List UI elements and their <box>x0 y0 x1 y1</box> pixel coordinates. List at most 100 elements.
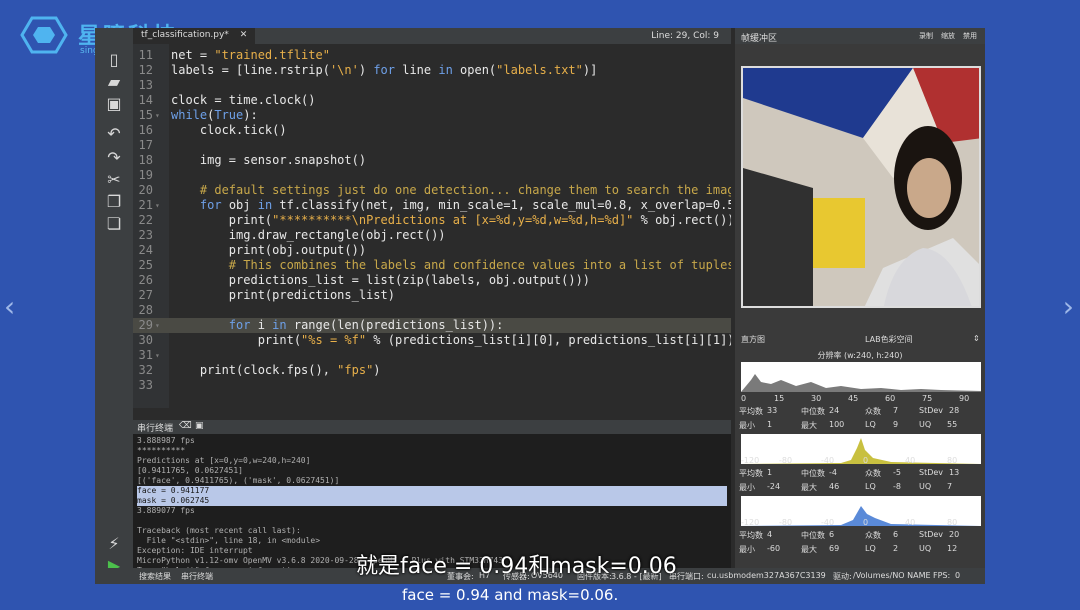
terminal-line: Predictions at [x=0,y=0,w=240,h=240] <box>137 456 311 465</box>
line-number: 29 <box>138 318 153 332</box>
line-number: 23 <box>138 228 153 242</box>
openmv-ide-window: ▯ ▰ ▣ ↶ ↷ ✂ ❐ ❏ ⚡ ▶ tf_classification.py… <box>95 28 985 584</box>
stat-label-lq: LQ <box>865 482 876 491</box>
cursor-position: Line: 29, Col: 9 <box>651 31 719 41</box>
line-number: 32 <box>138 363 153 377</box>
stat-label-uq: UQ <box>919 544 932 553</box>
terminal-clear-icon[interactable]: ⌫ <box>179 421 192 431</box>
line-number: 27 <box>138 288 153 302</box>
terminal-line: [0.9411765, 0.0627451] <box>137 466 243 475</box>
tab-tf-classification[interactable]: tf_classification.py* ✕ <box>133 28 256 44</box>
terminal-save-icon[interactable]: ▣ <box>195 421 204 431</box>
camera-frame <box>741 66 981 308</box>
stat-value-median: 6 <box>829 530 835 539</box>
fold-marker-icon[interactable]: ▾ <box>155 318 160 333</box>
line-number: 19 <box>138 168 153 182</box>
line-number: 18 <box>138 153 153 167</box>
stat-label-uq: UQ <box>919 482 932 491</box>
code-text: img.draw_rectangle(obj.rect()) <box>171 228 446 242</box>
axis-tick-label: 0 <box>741 394 747 403</box>
code-text: print("%s = %f" % (predictions_list[i][0… <box>171 333 731 347</box>
code-line: 23 img.draw_rectangle(obj.rect()) <box>133 228 731 243</box>
stat-label-lq: LQ <box>865 420 876 429</box>
code-text: clock.tick() <box>171 123 287 137</box>
next-slide-icon[interactable]: › <box>1063 290 1074 323</box>
fold-marker-icon[interactable]: ▾ <box>155 108 160 123</box>
search-results-tab[interactable]: 搜索结果 <box>139 571 171 582</box>
drive-label: 驱动: <box>833 572 852 581</box>
terminal-line: 3.889077 fps <box>137 506 195 515</box>
stats-a: 平均数 1 中位数 -4 众数 -5 StDev 13 最小 -24 最大 46 LQ -8 UQ 7 <box>739 468 983 496</box>
drive-value: /Volumes/NO NAME <box>853 571 931 580</box>
port-value: cu.usbmodem327A367C3139 <box>707 571 826 580</box>
stat-value-max: 46 <box>829 482 840 491</box>
terminal-line: Exception: IDE interrupt <box>137 546 253 555</box>
save-icon[interactable]: ▣ <box>104 94 124 114</box>
serial-terminal-tab[interactable]: 串行终端 <box>181 571 213 582</box>
code-line: 24 print(obj.output()) <box>133 243 731 258</box>
copy-icon[interactable]: ❐ <box>104 192 124 212</box>
stat-label-max: 最大 <box>801 421 817 430</box>
paste-icon[interactable]: ❏ <box>104 214 124 234</box>
fold-marker-icon[interactable]: ▾ <box>155 348 160 363</box>
code-text: while(True): <box>171 108 258 122</box>
axis-tick-label: -40 <box>821 456 835 465</box>
stat-label-median: 中位数 <box>801 407 825 416</box>
terminal-title: 串行终端 <box>137 424 174 434</box>
line-number: 24 <box>138 243 153 257</box>
fold-marker-icon[interactable]: ▾ <box>155 198 160 213</box>
terminal-line: Traceback (most recent call last): <box>137 526 301 535</box>
axis-tick-label: 75 <box>922 394 933 403</box>
line-number: 12 <box>138 63 153 77</box>
undo-icon[interactable]: ↶ <box>104 124 124 144</box>
redo-icon[interactable]: ↷ <box>104 148 124 168</box>
left-toolbar: ▯ ▰ ▣ ↶ ↷ ✂ ❐ ❏ ⚡ ▶ <box>95 28 133 584</box>
stat-label-max: 最大 <box>801 545 817 554</box>
histogram-l <box>741 362 981 392</box>
code-text: print(predictions_list) <box>171 288 395 302</box>
axis-tick-label: -80 <box>779 518 793 527</box>
stat-label-min: 最小 <box>739 421 755 430</box>
code-text: net = "trained.tflite" <box>171 48 330 62</box>
stat-label-mean: 平均数 <box>739 407 763 416</box>
line-number: 17 <box>138 138 153 152</box>
code-line: 26 predictions_list = list(zip(labels, o… <box>133 273 731 288</box>
code-text: labels = [line.rstrip('\n') for line in … <box>171 63 598 77</box>
line-number: 13 <box>138 78 153 92</box>
line-number: 22 <box>138 213 153 227</box>
code-line: 21 ▾ for obj in tf.classify(net, img, min… <box>133 198 731 213</box>
stat-label-max: 最大 <box>801 483 817 492</box>
stat-label-mode: 众数 <box>865 407 881 416</box>
axis-tick-label: -120 <box>741 518 760 527</box>
stat-label-min: 最小 <box>739 483 755 492</box>
axis-b: -120 -80 -40 0 40 80 <box>741 518 985 528</box>
zoom-button[interactable]: 缩放 <box>941 31 955 41</box>
code-text: print(clock.fps(), "fps") <box>171 363 381 377</box>
chevron-updown-icon[interactable]: ⇕ <box>973 334 980 343</box>
axis-tick-label: 45 <box>848 394 859 403</box>
stat-value-stdev: 13 <box>949 468 960 477</box>
stat-value-lq: 9 <box>893 420 899 429</box>
stat-label-stdev: StDev <box>919 530 944 539</box>
code-editor[interactable]: 11 net = "trained.tflite" 12 labels = [line… <box>133 44 731 408</box>
close-tab-icon[interactable]: ✕ <box>240 30 248 40</box>
new-file-icon[interactable]: ▯ <box>104 50 124 70</box>
prev-slide-icon[interactable]: ‹ <box>4 290 15 323</box>
stat-value-stdev: 20 <box>949 530 960 539</box>
code-text: img = sensor.snapshot() <box>171 153 367 167</box>
connect-icon[interactable]: ⚡ <box>104 534 124 554</box>
stat-value-mean: 4 <box>767 530 773 539</box>
terminal-line: [('face', 0.9411765), ('mask', 0.0627451… <box>137 476 340 485</box>
cut-icon[interactable]: ✂ <box>104 170 124 190</box>
terminal-header: 串行终端 ⌫ ▣ <box>133 420 731 434</box>
colorspace-select[interactable]: LAB色彩空间 <box>865 334 913 345</box>
open-folder-icon[interactable]: ▰ <box>104 72 124 92</box>
record-button[interactable]: 录制 <box>919 31 933 41</box>
line-number: 28 <box>138 303 153 317</box>
fps-value: 0 <box>955 571 961 580</box>
disable-button[interactable]: 禁用 <box>963 31 977 41</box>
code-line: 11 net = "trained.tflite" <box>133 48 731 63</box>
axis-tick-label: 0 <box>863 518 869 527</box>
axis-tick-label: 40 <box>905 456 916 465</box>
line-number: 26 <box>138 273 153 287</box>
